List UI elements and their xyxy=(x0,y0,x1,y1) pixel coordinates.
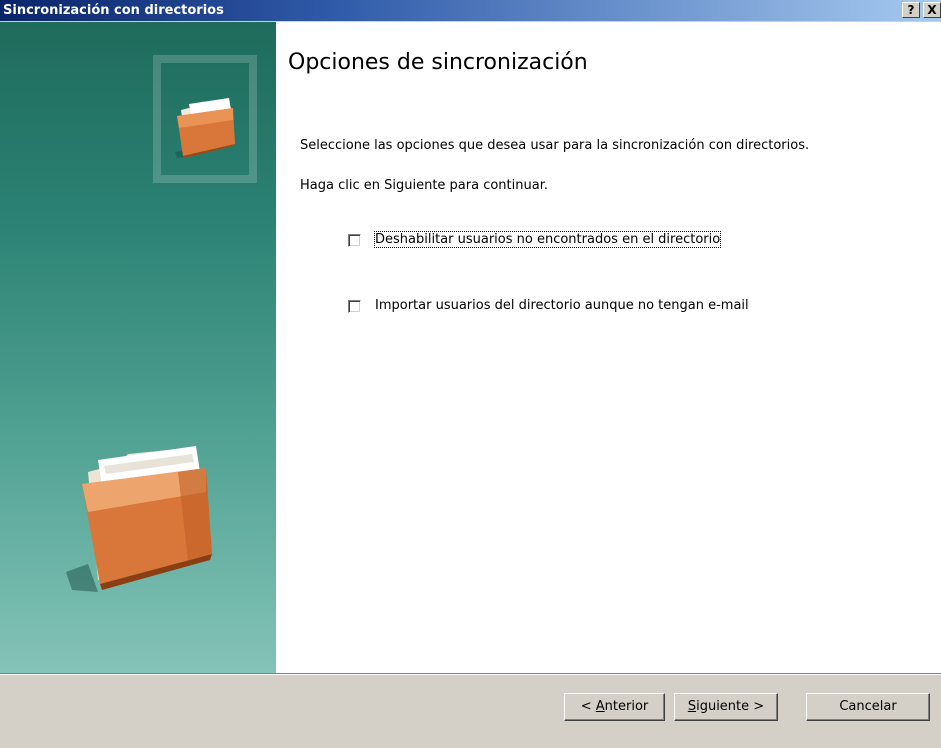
wizard-sidebar xyxy=(0,22,276,673)
back-button-prefix: < xyxy=(580,699,596,714)
disable-missing-users-checkbox[interactable] xyxy=(348,234,361,247)
folder-icon-large xyxy=(66,446,212,592)
wizard-footer: < Anterior Siguiente > Cancelar xyxy=(0,675,941,748)
help-icon: ? xyxy=(907,3,915,17)
disable-missing-users-label[interactable]: Deshabilitar usuarios no encontrados en … xyxy=(373,231,722,248)
help-button[interactable]: ? xyxy=(902,2,920,18)
continue-hint-text: Haga clic en Siguiente para continuar. xyxy=(300,178,548,193)
title-bar: Sincronización con directorios ? X xyxy=(0,0,941,22)
cancel-button[interactable]: Cancelar xyxy=(806,693,930,721)
instruction-text: Seleccione las opciones que desea usar p… xyxy=(300,138,810,153)
next-button-access-key: S xyxy=(687,699,697,714)
next-button[interactable]: Siguiente > xyxy=(674,693,778,721)
close-button[interactable]: X xyxy=(923,2,941,18)
next-button-rest: iguiente > xyxy=(696,699,765,714)
back-button-access-key: A xyxy=(595,699,605,714)
window-title: Sincronización con directorios xyxy=(3,3,224,18)
back-button[interactable]: < Anterior xyxy=(564,693,665,721)
wizard-content: Opciones de sincronización Seleccione la… xyxy=(276,22,941,673)
folder-icon-small xyxy=(175,98,235,158)
back-button-rest: nterior xyxy=(604,699,649,714)
close-icon: X xyxy=(927,3,937,17)
import-without-email-label[interactable]: Importar usuarios del directorio aunque … xyxy=(375,298,749,313)
page-title: Opciones de sincronización xyxy=(288,50,588,75)
import-without-email-checkbox[interactable] xyxy=(348,300,361,313)
